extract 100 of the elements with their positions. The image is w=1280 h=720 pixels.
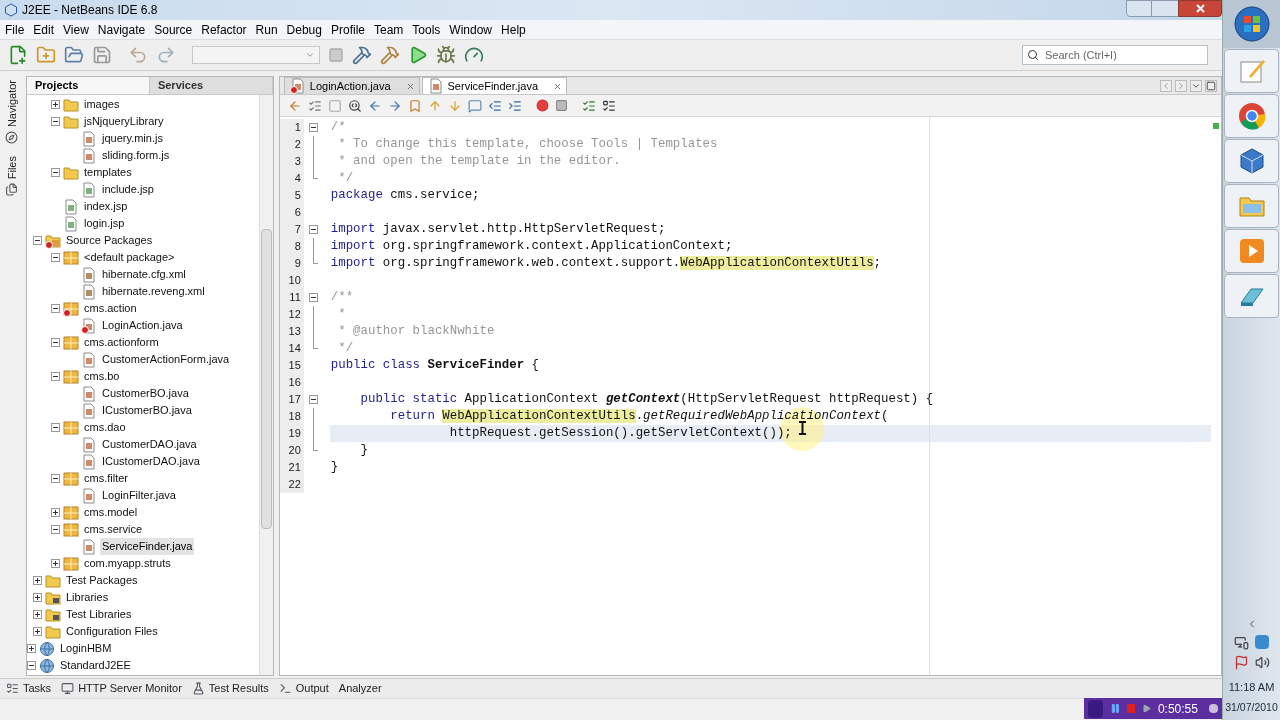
search-field[interactable]: Search (Ctrl+I) <box>1022 45 1208 65</box>
tree-toggle-icon[interactable] <box>33 627 42 636</box>
find-icon[interactable] <box>347 98 362 113</box>
tree-item[interactable]: login.jsp <box>82 215 127 232</box>
tree-item[interactable]: Configuration Files <box>64 623 160 640</box>
tree-item[interactable]: StandardJ2EE <box>58 657 133 674</box>
tree-item[interactable]: include.jsp <box>100 181 156 198</box>
tray-app-icon[interactable] <box>1255 634 1269 649</box>
output-tab[interactable]: Test Results <box>191 680 269 697</box>
tree-item[interactable]: cms.actionform <box>82 334 161 351</box>
open-project-icon[interactable] <box>64 45 84 65</box>
restore-button[interactable] <box>1152 0 1178 17</box>
side-tab[interactable]: Navigator <box>3 80 21 128</box>
menu-item[interactable]: Team <box>374 20 404 39</box>
panel-tab[interactable]: Projects <box>27 77 150 94</box>
tree-item[interactable]: ICustomerBO.java <box>100 402 194 419</box>
tree-toggle-icon[interactable] <box>51 117 60 126</box>
minimize-button[interactable] <box>1126 0 1152 17</box>
tree-item[interactable]: jquery.min.js <box>100 130 165 147</box>
menu-item[interactable]: Help <box>501 20 526 39</box>
flag-icon[interactable] <box>1233 654 1249 670</box>
menu-item[interactable]: Source <box>154 20 193 39</box>
menu-item[interactable]: File <box>5 20 25 39</box>
tree-item[interactable]: LoginHBM <box>58 640 114 657</box>
search-icon[interactable] <box>1027 49 1039 61</box>
taskbar-button[interactable] <box>1224 94 1279 138</box>
tree-toggle-icon[interactable] <box>51 304 60 313</box>
tree-toggle-icon[interactable] <box>51 338 60 347</box>
tree-item[interactable]: sliding.form.js <box>100 147 172 164</box>
new-file-icon[interactable] <box>8 45 28 65</box>
tree-item[interactable]: images <box>82 96 122 113</box>
tree-toggle-icon[interactable] <box>27 661 36 670</box>
find-previous-icon[interactable] <box>367 98 382 113</box>
tree-item[interactable]: CustomerDAO.java <box>100 436 199 453</box>
scrollbar[interactable] <box>258 95 273 675</box>
tree-toggle-icon[interactable] <box>27 644 36 653</box>
tree-item[interactable]: CustomerBO.java <box>100 385 191 402</box>
panel-tab[interactable]: Services <box>149 77 273 94</box>
menu-item[interactable]: Edit <box>33 20 55 39</box>
menu-item[interactable]: Navigate <box>97 20 146 39</box>
tree-toggle-icon[interactable] <box>51 253 60 262</box>
files-icon[interactable] <box>5 183 19 197</box>
hammer-icon[interactable] <box>352 45 372 65</box>
bug-icon[interactable] <box>436 45 456 65</box>
bookmark-icon[interactable] <box>407 98 422 113</box>
tree-item[interactable]: cms.service <box>82 521 145 538</box>
hammer-icon[interactable] <box>380 45 400 65</box>
save-all-icon[interactable] <box>92 45 112 65</box>
output-tab[interactable]: HTTP Server Monitor <box>61 680 182 697</box>
taskbar-button[interactable] <box>1224 229 1279 273</box>
tree-item[interactable]: LoginFilter.java <box>100 487 178 504</box>
tree-item[interactable]: cms.filter <box>82 470 130 487</box>
menu-item[interactable]: View <box>63 20 89 39</box>
output-tab[interactable]: Tasks <box>6 680 52 697</box>
monitor-icon[interactable] <box>61 682 75 695</box>
test-results-icon[interactable] <box>191 682 205 695</box>
output-icon[interactable] <box>278 682 292 695</box>
fold-minus-icon[interactable] <box>308 123 318 132</box>
output-tab[interactable]: Analyzer <box>338 680 382 697</box>
network-icon[interactable] <box>1234 634 1249 650</box>
menu-item[interactable]: Debug <box>286 20 322 39</box>
find-next-icon[interactable] <box>387 98 402 113</box>
start-button[interactable] <box>1223 0 1280 48</box>
tree-toggle-icon[interactable] <box>51 100 60 109</box>
pause-icon[interactable] <box>1109 702 1121 715</box>
tree-item[interactable]: Test Libraries <box>64 606 134 623</box>
tree-toggle-icon[interactable] <box>33 576 42 585</box>
maximize-icon[interactable] <box>1205 79 1217 92</box>
close-icon[interactable] <box>406 82 414 90</box>
tree-toggle-icon[interactable] <box>51 423 60 432</box>
tree-item[interactable]: templates <box>82 164 134 181</box>
tree-item[interactable]: cms.model <box>82 504 140 521</box>
side-tab[interactable]: Files <box>3 156 21 180</box>
tree-item[interactable]: Source Packages <box>64 232 155 249</box>
taskbar-button[interactable] <box>1224 139 1279 183</box>
fold-minus-icon[interactable] <box>308 395 318 404</box>
tree-toggle-icon[interactable] <box>51 372 60 381</box>
speaker-icon[interactable] <box>1254 654 1270 670</box>
compass-icon[interactable] <box>5 131 19 145</box>
tree-item[interactable]: hibernate.cfg.xml <box>100 266 188 283</box>
tree-toggle-icon[interactable] <box>33 236 42 245</box>
tree-toggle-icon[interactable] <box>51 474 60 483</box>
tree-item[interactable]: cms.action <box>82 300 139 317</box>
tree-item[interactable]: LoginAction.java <box>100 317 185 334</box>
output-tab[interactable]: Output <box>278 680 329 697</box>
shift-right-icon[interactable] <box>507 98 522 113</box>
tree-toggle-icon[interactable] <box>33 610 42 619</box>
tree-toggle-icon[interactable] <box>51 559 60 568</box>
stop-icon[interactable] <box>554 99 568 112</box>
tree-item[interactable]: ServiceFinder.java <box>100 538 195 555</box>
editor-tab[interactable]: LoginAction.java <box>283 77 420 94</box>
menu-item[interactable]: Window <box>449 20 493 39</box>
tree-item[interactable]: <default package> <box>82 249 177 266</box>
tree-item[interactable]: jsNjqueryLibrary <box>82 113 166 130</box>
tree-item[interactable]: cms.dao <box>82 419 128 436</box>
menu-item[interactable]: Profile <box>331 20 365 39</box>
back-icon[interactable] <box>287 98 302 113</box>
tree-item[interactable]: CustomerActionForm.java <box>100 351 232 368</box>
menu-item[interactable]: Run <box>255 20 278 39</box>
menu-item[interactable]: Tools <box>412 20 441 39</box>
